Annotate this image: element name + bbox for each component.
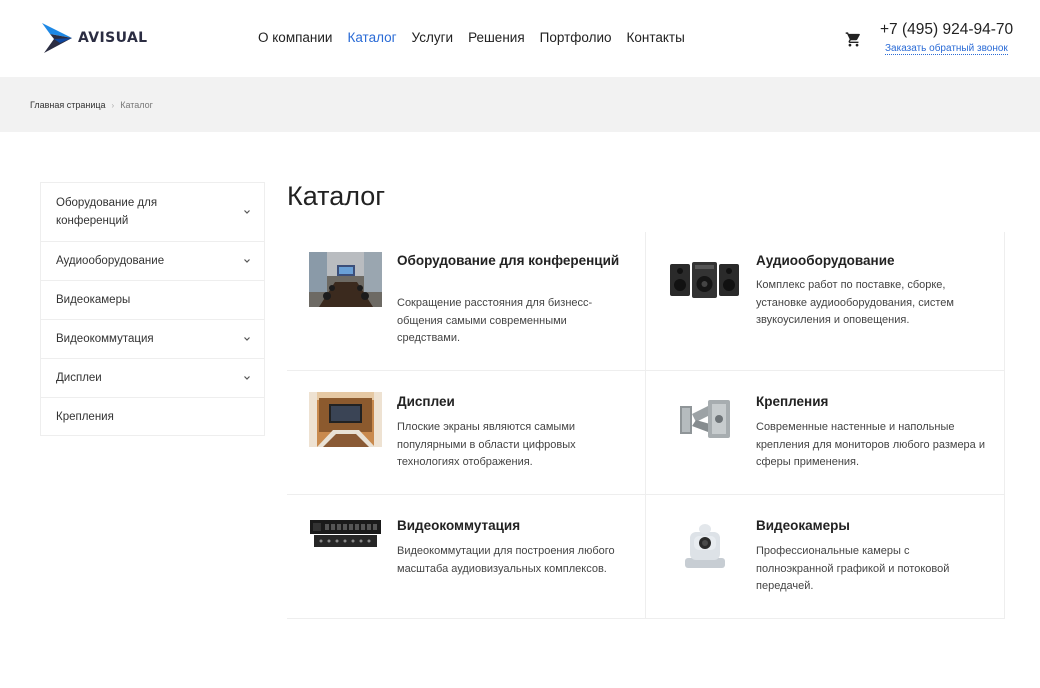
breadcrumb: Главная страница › Каталог — [30, 100, 153, 110]
nav-catalog[interactable]: Каталог — [347, 30, 396, 45]
card-title[interactable]: Крепления — [756, 393, 986, 410]
card-title[interactable]: Видеокамеры — [756, 517, 986, 534]
nav-solutions[interactable]: Решения — [468, 30, 525, 45]
catalog-card-conference[interactable]: Оборудование для конференций Сокращение … — [287, 232, 646, 371]
card-title[interactable]: Дисплеи — [397, 393, 627, 410]
video-switcher-image — [309, 516, 382, 571]
main-nav: О компании Каталог Услуги Решения Портфо… — [258, 30, 700, 45]
card-description: Современные настенные и напольные крепле… — [756, 421, 985, 468]
logo-text: AVISUAL — [78, 30, 148, 46]
breadcrumb-band: Главная страница › Каталог — [0, 77, 1040, 132]
sidebar-item-label: Аудиооборудование — [56, 255, 165, 267]
sidebar-item-cameras[interactable]: Видеокамеры — [41, 280, 264, 319]
conference-room-image — [309, 252, 382, 307]
nav-portfolio[interactable]: Портфолио — [540, 30, 612, 45]
breadcrumb-current: Каталог — [120, 100, 153, 110]
sidebar-item-label: Дисплеи — [56, 372, 102, 384]
wall-mount-image — [668, 392, 741, 447]
card-description: Профессиональные камеры с полноэкранной … — [756, 545, 950, 592]
card-description: Плоские экраны являются самыми популярны… — [397, 421, 576, 468]
card-description: Видеокоммутации для построения любого ма… — [397, 545, 615, 575]
card-title[interactable]: Аудиооборудование — [756, 252, 986, 269]
nav-about[interactable]: О компании — [258, 30, 332, 45]
catalog-card-cameras[interactable]: Видеокамеры Профессиональные камеры с по… — [646, 495, 1005, 619]
ptz-camera-image — [668, 516, 741, 571]
speakers-image — [668, 252, 741, 307]
sidebar-item-mounts[interactable]: Крепления — [41, 397, 264, 435]
site-header: AVISUAL О компании Каталог Услуги Решени… — [0, 0, 1040, 77]
phone-number[interactable]: +7 (495) 924-94-70 — [880, 21, 1013, 39]
sidebar-item-displays[interactable]: Дисплеи — [41, 358, 264, 397]
display-room-image — [309, 392, 382, 447]
catalog-card-switching[interactable]: Видеокоммутация Видеокоммутации для пост… — [287, 495, 646, 619]
page-title: Каталог — [287, 181, 386, 211]
sidebar-item-label: Оборудование для конференций — [56, 197, 158, 227]
nav-contacts[interactable]: Контакты — [627, 30, 685, 45]
chevron-down-icon[interactable] — [243, 335, 251, 343]
chevron-down-icon[interactable] — [243, 257, 251, 265]
sidebar-item-label: Крепления — [56, 410, 114, 423]
sidebar-item-audio[interactable]: Аудиооборудование — [41, 241, 264, 280]
logo-icon — [42, 23, 72, 53]
nav-services[interactable]: Услуги — [412, 30, 454, 45]
sidebar-item-conference[interactable]: Оборудование для конференций — [41, 183, 264, 241]
catalog-card-mounts[interactable]: Крепления Современные настенные и наполь… — [646, 371, 1005, 495]
sidebar-item-label: Видеокамеры — [56, 294, 131, 306]
card-title[interactable]: Оборудование для конференций — [397, 252, 627, 269]
cart-icon[interactable] — [845, 31, 862, 48]
catalog-sidebar: Оборудование для конференций Аудиооборуд… — [40, 182, 265, 436]
callback-link[interactable]: Заказать обратный звонок — [885, 43, 1008, 55]
sidebar-item-label: Видеокоммутация — [56, 333, 154, 345]
chevron-down-icon[interactable] — [243, 374, 251, 382]
breadcrumb-home[interactable]: Главная страница — [30, 100, 106, 110]
card-description: Комплекс работ по поставке, сборке, уста… — [756, 279, 954, 326]
chevron-down-icon[interactable] — [243, 208, 251, 216]
card-description: Сокращение расстояния для бизнесс-общени… — [397, 297, 593, 344]
catalog-card-displays[interactable]: Дисплеи Плоские экраны являются самыми п… — [287, 371, 646, 495]
breadcrumb-separator: › — [111, 100, 115, 110]
catalog-card-audio[interactable]: Аудиооборудование Комплекс работ по пост… — [646, 232, 1005, 371]
sidebar-item-switching[interactable]: Видеокоммутация — [41, 319, 264, 358]
card-title[interactable]: Видеокоммутация — [397, 517, 627, 534]
logo[interactable]: AVISUAL — [40, 21, 148, 55]
